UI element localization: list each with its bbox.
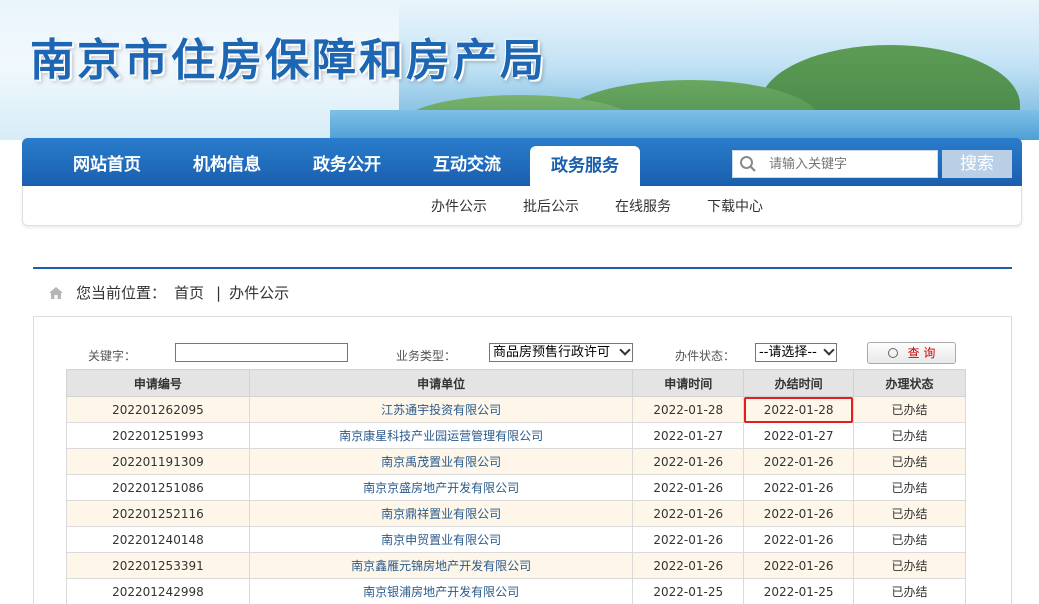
chevron-down-icon: [619, 344, 631, 356]
cell-status: 已办结: [853, 526, 966, 553]
table-row[interactable]: 202201253391 南京鑫雁元锦房地产开发有限公司 2022-01-26 …: [66, 552, 966, 579]
cell-application-no: 202201240148: [66, 526, 250, 553]
table-row[interactable]: 202201242998 南京银浦房地产开发有限公司 2022-01-25 20…: [66, 578, 966, 604]
cell-applicant[interactable]: 南京鑫雁元锦房地产开发有限公司: [248, 552, 634, 579]
subnav-item-approval[interactable]: 批后公示: [523, 196, 579, 216]
breadcrumb-prefix: 您当前位置：: [76, 284, 167, 302]
header-banner: 南京市住房保障和房产局: [0, 0, 1039, 140]
section-divider: [33, 267, 1012, 269]
header-application-no: 申请编号: [66, 369, 250, 397]
search-input[interactable]: [769, 151, 935, 177]
cell-applicant[interactable]: 南京京盛房地产开发有限公司: [248, 474, 634, 501]
search-button[interactable]: 搜索: [942, 150, 1012, 178]
cell-status: 已办结: [853, 396, 966, 423]
cell-complete-date: 2022-01-25: [743, 578, 855, 604]
cell-status: 已办结: [853, 448, 966, 475]
cell-applicant[interactable]: 南京康星科技产业园运营管理有限公司: [248, 422, 634, 449]
query-button[interactable]: 查 询: [867, 342, 956, 364]
search-icon: [740, 156, 756, 172]
search-box: [732, 150, 938, 178]
subnav-item-notice[interactable]: 办件公示: [431, 196, 487, 216]
header-applicant: 申请单位: [248, 369, 634, 397]
table-row[interactable]: 202201251993 南京康星科技产业园运营管理有限公司 2022-01-2…: [66, 422, 966, 449]
cell-complete-date: 2022-01-26: [743, 552, 855, 579]
breadcrumb-current: 办件公示: [229, 284, 290, 302]
query-icon: [887, 348, 898, 358]
header-status: 办理状态: [853, 369, 966, 397]
cell-complete-date: 2022-01-26: [743, 500, 855, 527]
header-apply-date: 申请时间: [632, 369, 745, 397]
keyword-label: 关键字：: [88, 349, 137, 363]
nav-interaction[interactable]: 互动交流: [412, 138, 522, 186]
chevron-down-icon: [823, 344, 835, 356]
cell-applicant[interactable]: 江苏通宇投资有限公司: [248, 396, 634, 423]
table-row[interactable]: 202201252116 南京鼎祥置业有限公司 2022-01-26 2022-…: [66, 500, 966, 527]
cell-apply-date: 2022-01-26: [632, 526, 745, 553]
table-header-row: 申请编号 申请单位 申请时间 办结时间 办理状态: [66, 369, 966, 397]
sub-nav: 办件公示 批后公示 在线服务 下载中心: [22, 186, 1022, 226]
nav-home[interactable]: 网站首页: [52, 138, 162, 186]
cell-complete-date: 2022-01-26: [743, 474, 855, 501]
cell-application-no: 202201242998: [66, 578, 250, 604]
cell-status: 已办结: [853, 578, 966, 604]
breadcrumb: 您当前位置： 首页 | 办件公示: [48, 282, 297, 303]
nav-gov-services[interactable]: 政务服务: [530, 146, 640, 186]
site-title: 南京市住房保障和房产局: [30, 35, 547, 86]
cell-application-no: 202201251086: [66, 474, 250, 501]
cell-application-no: 202201191309: [66, 448, 250, 475]
cell-apply-date: 2022-01-26: [632, 448, 745, 475]
cell-application-no: 202201252116: [66, 500, 250, 527]
page: 南京市住房保障和房产局 网站首页 机构信息 政务公开 互动交流 政务服务 搜索 …: [0, 0, 1039, 604]
cell-complete-date: 2022-01-26: [743, 526, 855, 553]
status-label: 办件状态：: [675, 349, 736, 363]
cell-application-no: 202201253391: [66, 552, 250, 579]
table-row[interactable]: 202201240148 南京申贸置业有限公司 2022-01-26 2022-…: [66, 526, 966, 553]
cell-status: 已办结: [853, 422, 966, 449]
nav-gov-affairs[interactable]: 政务公开: [292, 138, 402, 186]
cell-application-no: 202201262095: [66, 396, 250, 423]
cell-applicant[interactable]: 南京禹茂置业有限公司: [248, 448, 634, 475]
cell-complete-date: 2022-01-27: [743, 422, 855, 449]
cell-application-no: 202201251993: [66, 422, 250, 449]
header-complete-date: 办结时间: [743, 369, 855, 397]
breadcrumb-home[interactable]: 首页: [174, 282, 204, 303]
keyword-input[interactable]: [175, 343, 348, 362]
cell-complete-date: 2022-01-26: [743, 448, 855, 475]
cell-apply-date: 2022-01-26: [632, 552, 745, 579]
breadcrumb-separator: |: [216, 283, 222, 302]
cell-apply-date: 2022-01-26: [632, 500, 745, 527]
table-row[interactable]: 202201191309 南京禹茂置业有限公司 2022-01-26 2022-…: [66, 448, 966, 475]
status-select[interactable]: --请选择--: [755, 343, 837, 362]
cell-applicant[interactable]: 南京银浦房地产开发有限公司: [248, 578, 634, 604]
cell-status: 已办结: [853, 500, 966, 527]
cell-apply-date: 2022-01-26: [632, 474, 745, 501]
cell-status: 已办结: [853, 474, 966, 501]
subnav-item-download[interactable]: 下载中心: [707, 196, 763, 216]
nav-org-info[interactable]: 机构信息: [172, 138, 282, 186]
home-icon: [49, 286, 63, 299]
business-type-select[interactable]: 商品房预售行政许可: [489, 343, 633, 362]
cell-applicant[interactable]: 南京鼎祥置业有限公司: [248, 500, 634, 527]
cell-apply-date: 2022-01-25: [632, 578, 745, 604]
table-row[interactable]: 202201251086 南京京盛房地产开发有限公司 2022-01-26 20…: [66, 474, 966, 501]
cell-applicant[interactable]: 南京申贸置业有限公司: [248, 526, 634, 553]
highlight-box: [744, 397, 853, 423]
cell-apply-date: 2022-01-28: [632, 396, 745, 423]
cell-status: 已办结: [853, 552, 966, 579]
cell-apply-date: 2022-01-27: [632, 422, 745, 449]
subnav-item-online[interactable]: 在线服务: [615, 196, 671, 216]
business-type-label: 业务类型：: [396, 349, 457, 363]
